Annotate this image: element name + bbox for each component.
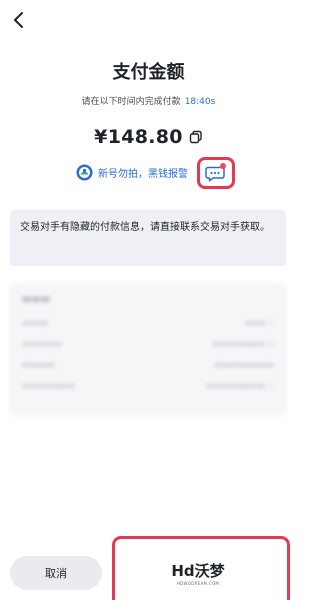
security-warning[interactable]: 新号勿拍，黑钱报警 — [76, 164, 188, 181]
blurred-title: ▬▬▬ — [22, 294, 51, 305]
back-button[interactable] — [10, 10, 28, 30]
police-badge-icon — [76, 164, 93, 181]
copy-icon[interactable] — [189, 130, 203, 144]
watermark-site: HDWODREAM.COM — [176, 581, 220, 586]
notice-box: 交易对手有隐藏的付款信息，请直接联系交易对手获取。 — [10, 210, 286, 266]
blurred-row: ▬▬▬▬▬▬▬▬ ▬▬▬▬▬▬▬▬▬ ▢ — [22, 382, 274, 390]
chevron-left-icon — [14, 12, 23, 28]
countdown-value: 18:40s — [184, 97, 216, 107]
blurred-row: ▬▬▬▬ ▬▬▬ ▢ — [22, 319, 274, 327]
blurred-row: ▬▬▬▬▬ ▬▬▬▬▬▬▬▬▬ — [22, 361, 274, 369]
timer-label: 请在以下时间内完成付款 — [81, 97, 181, 107]
cancel-button[interactable]: 取消 — [10, 556, 102, 590]
payment-details-card: ▬▬▬ ▬▬▬▬ ▬▬▬ ▢ ▬▬▬▬▬▬ ▬▬▬▬▬▬▬▬ ▢ ▬▬▬▬▬ ▬▬▬▬… — [10, 282, 286, 416]
watermark-text: Hd沃梦 — [171, 562, 225, 580]
payment-amount: ¥148.80 — [94, 126, 183, 148]
blurred-row: ▬▬▬▬▬▬ ▬▬▬▬▬▬▬▬ ▢ — [22, 340, 274, 348]
watermark-logo: Hd沃梦 HDWODREAM.COM — [168, 560, 228, 586]
page-title: 支付金额 — [112, 62, 185, 83]
amount-row: ¥148.80 — [0, 126, 297, 148]
unread-badge — [220, 163, 226, 169]
warning-text: 新号勿拍，黑钱报警 — [98, 169, 188, 180]
payment-timer: 请在以下时间内完成付款 18:40s — [0, 94, 297, 107]
